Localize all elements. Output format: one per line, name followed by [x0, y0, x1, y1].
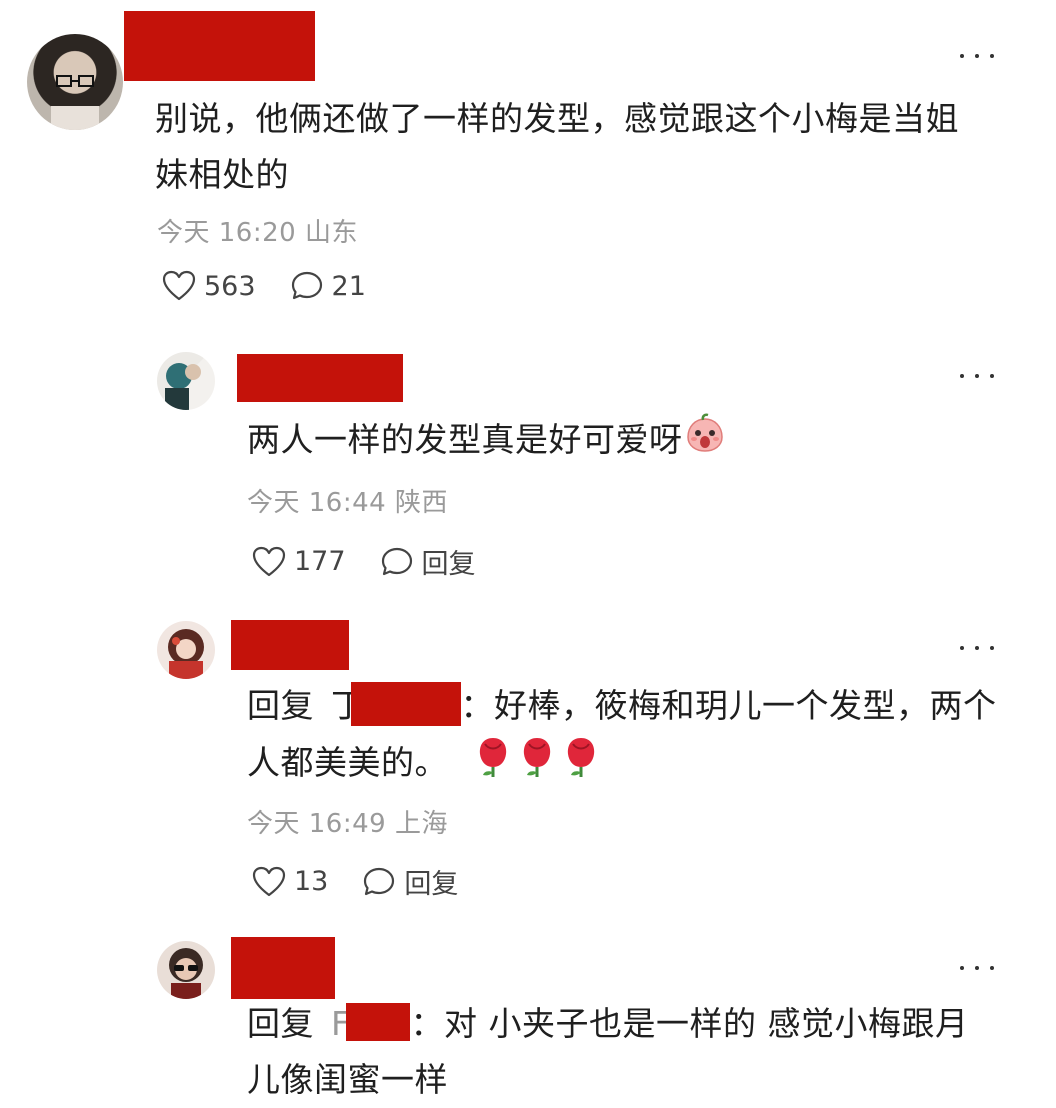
- more-dots-icon[interactable]: [960, 963, 994, 973]
- like-count: 13: [294, 866, 329, 897]
- like-button[interactable]: 563: [162, 270, 256, 302]
- heart-outline-icon: [252, 546, 286, 576]
- timestamp: 今天 16:20: [157, 218, 297, 248]
- username-redaction: [231, 937, 335, 999]
- like-button[interactable]: 177: [252, 546, 346, 578]
- like-count: 177: [294, 546, 346, 577]
- like-button[interactable]: 13: [252, 866, 328, 898]
- reply-prefix: 回复: [247, 686, 314, 725]
- username-redaction: [231, 620, 349, 670]
- like-count: 563: [204, 270, 256, 302]
- comment-meta: 今天 16:49 上海: [247, 803, 448, 840]
- more-dots-icon[interactable]: [960, 643, 994, 653]
- reply-count: 21: [331, 270, 366, 302]
- reply-label: 回复: [421, 549, 476, 580]
- mention-redaction: [350, 681, 461, 726]
- surprised-peach-emoji: [685, 413, 725, 470]
- comment-meta: 今天 16:44 陕西: [247, 482, 448, 519]
- comment-meta: 今天 16:20 山东: [157, 212, 358, 249]
- reply-button[interactable]: 回复: [380, 542, 476, 581]
- heart-outline-icon: [162, 270, 196, 301]
- comment-actions: 13 回复: [252, 862, 458, 901]
- reply-button[interactable]: 21: [290, 270, 366, 302]
- more-dots-icon[interactable]: [960, 51, 994, 61]
- heart-outline-icon: [252, 866, 286, 896]
- avatar[interactable]: [157, 621, 215, 679]
- reply-button[interactable]: 回复: [362, 862, 458, 901]
- avatar-image: [51, 75, 99, 130]
- rose-emoji: [517, 734, 557, 795]
- mention-redaction: [346, 1002, 411, 1041]
- avatar[interactable]: [157, 352, 215, 410]
- more-dots-icon[interactable]: [960, 371, 994, 381]
- comment-text: 两人一样的发型真是好可爱呀: [247, 412, 1007, 470]
- comment-text: 回复 丁：好棒，筱梅和玥儿一个发型，两个 人都美美的。: [247, 678, 1007, 795]
- avatar[interactable]: [157, 941, 215, 999]
- comment-text: 别说，他俩还做了一样的发型，感觉跟这个小梅是当姐 妹相处的: [155, 99, 959, 194]
- username-redaction: [237, 354, 403, 402]
- comment-actions: 563 21: [162, 270, 366, 302]
- reply-label: 回复: [404, 869, 459, 900]
- speech-bubble-icon: [291, 271, 322, 300]
- speech-bubble-icon: [381, 547, 412, 575]
- comment-text: 回复 F ：对 小夹子也是一样的 感觉小梅跟月 儿像闺蜜一样: [247, 1002, 969, 1099]
- reply-prefix: 回复: [247, 1004, 314, 1043]
- avatar[interactable]: [27, 34, 123, 130]
- avatar-image: [168, 629, 204, 679]
- avatar-image: [165, 363, 201, 410]
- comment-actions: 177 回复: [252, 542, 476, 581]
- timestamp: 今天 16:44: [247, 488, 387, 518]
- location: 陕西: [394, 488, 448, 518]
- speech-bubble-icon: [364, 867, 395, 895]
- location: 山东: [304, 218, 358, 248]
- rose-emoji: [561, 734, 601, 795]
- location: 上海: [394, 809, 448, 839]
- timestamp: 今天 16:49: [247, 809, 387, 839]
- rose-emoji: [473, 734, 513, 795]
- username-redaction: [124, 11, 315, 81]
- avatar-image: [169, 948, 203, 999]
